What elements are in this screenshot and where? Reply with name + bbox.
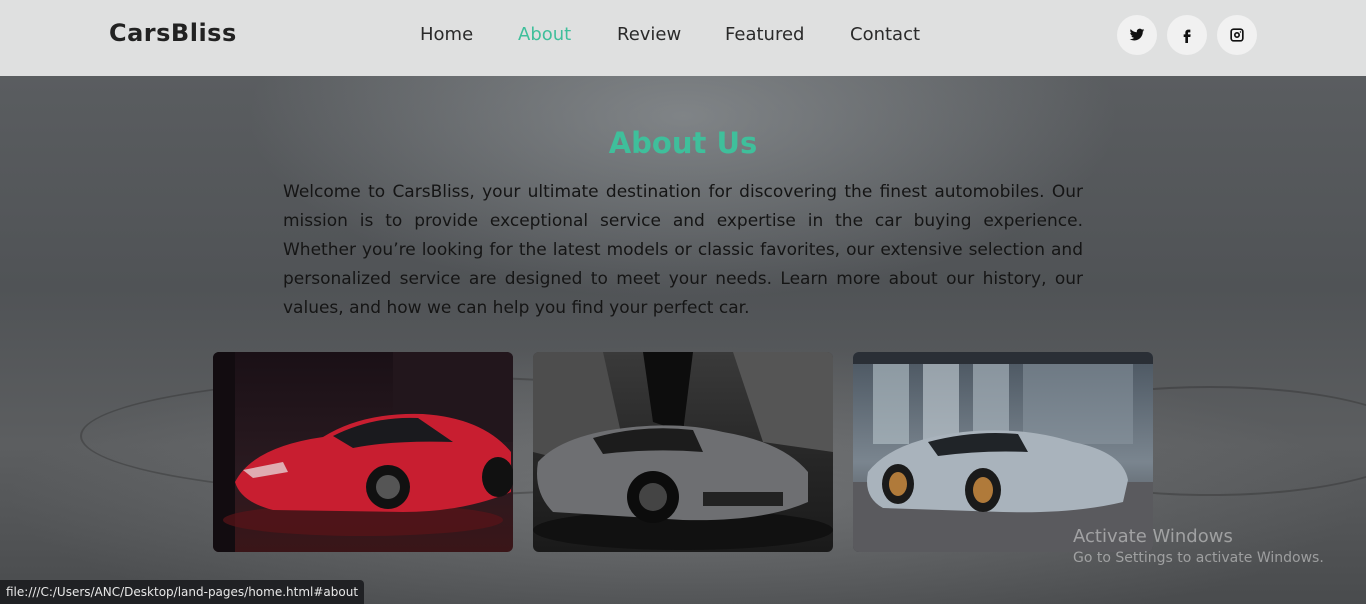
twitter-button[interactable]: [1117, 15, 1157, 55]
silver-concept-car-image[interactable]: [853, 352, 1153, 552]
browser-status-url: file:///C:/Users/ANC/Desktop/land-pages/…: [0, 580, 365, 604]
nav-about[interactable]: About: [518, 24, 571, 45]
about-section: About Us Welcome to CarsBliss, your ulti…: [0, 76, 1366, 604]
twitter-icon: [1129, 28, 1145, 41]
gray-supercar-image[interactable]: [533, 352, 833, 552]
facebook-button[interactable]: [1167, 15, 1207, 55]
nav-home[interactable]: Home: [420, 24, 473, 45]
nav-review[interactable]: Review: [617, 24, 681, 45]
facebook-icon: [1183, 29, 1191, 43]
activate-windows-title: Activate Windows: [1073, 526, 1233, 547]
nav-featured[interactable]: Featured: [725, 24, 804, 45]
red-sports-car-image[interactable]: [213, 352, 513, 552]
section-title: About Us: [608, 126, 758, 160]
activate-windows-subtitle: Go to Settings to activate Windows.: [1073, 550, 1324, 566]
instagram-button[interactable]: [1217, 15, 1257, 55]
brand-logo[interactable]: CarsBliss: [109, 19, 237, 47]
instagram-icon: [1230, 28, 1244, 42]
nav-contact[interactable]: Contact: [850, 24, 920, 45]
about-paragraph: Welcome to CarsBliss, your ultimate dest…: [283, 182, 1083, 318]
site-header: CarsBliss Home About Review Featured Con…: [0, 0, 1366, 76]
